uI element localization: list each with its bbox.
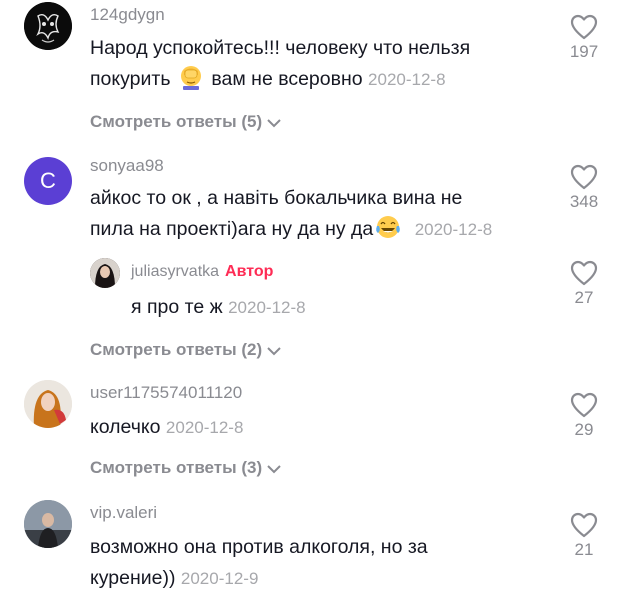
comment-text-line1: возможно она против алкоголя, но за xyxy=(90,536,428,558)
comment-timestamp: 2020-12-8 xyxy=(414,220,493,239)
view-replies-label: Смотреть ответы (3) xyxy=(90,458,263,477)
comment-text: колечко 2020-12-8 xyxy=(90,412,243,443)
reply-username-row: juliasyrvatka Автор xyxy=(131,263,273,281)
reply-text: я про те ж 2020-12-8 xyxy=(131,292,306,323)
like-button[interactable]: 21 xyxy=(564,512,604,560)
comment-username[interactable]: 124gdygn xyxy=(90,5,165,25)
chevron-down-icon xyxy=(267,118,281,127)
like-button[interactable]: 348 xyxy=(564,164,604,212)
reply-username[interactable]: juliasyrvatka xyxy=(131,263,219,280)
reply-like-button[interactable]: 27 xyxy=(564,260,604,308)
like-count: 21 xyxy=(574,540,594,559)
comment-text-line1: Народ успокойтесь!!! человеку что нельзя xyxy=(90,37,471,59)
heart-icon xyxy=(570,164,598,190)
reply-timestamp: 2020-12-8 xyxy=(228,298,306,317)
reply-avatar[interactable] xyxy=(90,258,120,288)
like-count: 197 xyxy=(569,42,599,61)
like-count: 348 xyxy=(569,192,599,211)
like-count: 29 xyxy=(574,420,594,439)
like-button[interactable]: 29 xyxy=(564,392,604,440)
facepalm-emoji-icon xyxy=(178,64,204,90)
comment-item: 124gdygn Народ успокойтесь!!! человеку ч… xyxy=(0,0,620,140)
avatar-image xyxy=(24,380,72,428)
reply-text-content: я про те ж xyxy=(131,296,223,318)
heart-icon xyxy=(570,512,598,538)
like-count: 27 xyxy=(574,288,594,307)
heart-icon xyxy=(570,392,598,418)
view-replies-button[interactable]: Смотреть ответы (2) xyxy=(90,340,282,360)
heart-icon xyxy=(570,260,598,286)
comment-timestamp: 2020-12-8 xyxy=(165,418,244,437)
view-replies-button[interactable]: Смотреть ответы (5) xyxy=(90,112,282,132)
avatar[interactable]: C xyxy=(24,157,72,205)
avatar[interactable] xyxy=(24,500,72,548)
avatar-letter: C xyxy=(40,168,56,193)
view-replies-label: Смотреть ответы (5) xyxy=(90,112,263,131)
comment-text-line2-after: вам не всеровно xyxy=(211,68,363,90)
chevron-down-icon xyxy=(267,346,281,355)
comment-username[interactable]: user1175574011120 xyxy=(90,383,242,403)
comment-item: user1175574011120 колечко 2020-12-8 29 С… xyxy=(0,377,620,487)
view-replies-button[interactable]: Смотреть ответы (3) xyxy=(90,458,282,478)
comment-text: возможно она против алкоголя, но за куре… xyxy=(90,532,428,594)
avatar[interactable] xyxy=(24,2,72,50)
avatar-image xyxy=(24,2,72,50)
comment-text: айкос то ок , а навіть бокальчика вина н… xyxy=(90,183,492,245)
comment-text-line2: курение)) xyxy=(90,567,176,589)
avatar-image xyxy=(24,500,72,548)
comment-text: Народ успокойтесь!!! человеку что нельзя… xyxy=(90,33,470,95)
comment-timestamp: 2020-12-8 xyxy=(368,70,446,89)
author-badge: Автор xyxy=(225,263,274,280)
comment-text-line2: покурить xyxy=(90,68,171,90)
comment-text-content: колечко xyxy=(90,416,161,438)
comment-timestamp: 2020-12-9 xyxy=(180,569,259,588)
chevron-down-icon xyxy=(267,464,281,473)
comment-username[interactable]: vip.valeri xyxy=(90,503,157,523)
avatar-image xyxy=(90,258,120,288)
avatar[interactable] xyxy=(24,380,72,428)
tears-of-joy-emoji-icon xyxy=(375,214,401,240)
comment-text-line1: айкос то ок , а навіть бокальчика вина н… xyxy=(90,187,463,209)
like-button[interactable]: 197 xyxy=(564,14,604,62)
comment-item: C sonyaa98 айкос то ок , а навіть бокаль… xyxy=(0,150,620,370)
view-replies-label: Смотреть ответы (2) xyxy=(90,340,263,359)
comment-item: vip.valeri возможно она против алкоголя,… xyxy=(0,497,620,614)
comment-text-line2: пила на проекті)ага ну да ну да xyxy=(90,218,374,240)
heart-icon xyxy=(570,14,598,40)
comment-username[interactable]: sonyaa98 xyxy=(90,156,164,176)
